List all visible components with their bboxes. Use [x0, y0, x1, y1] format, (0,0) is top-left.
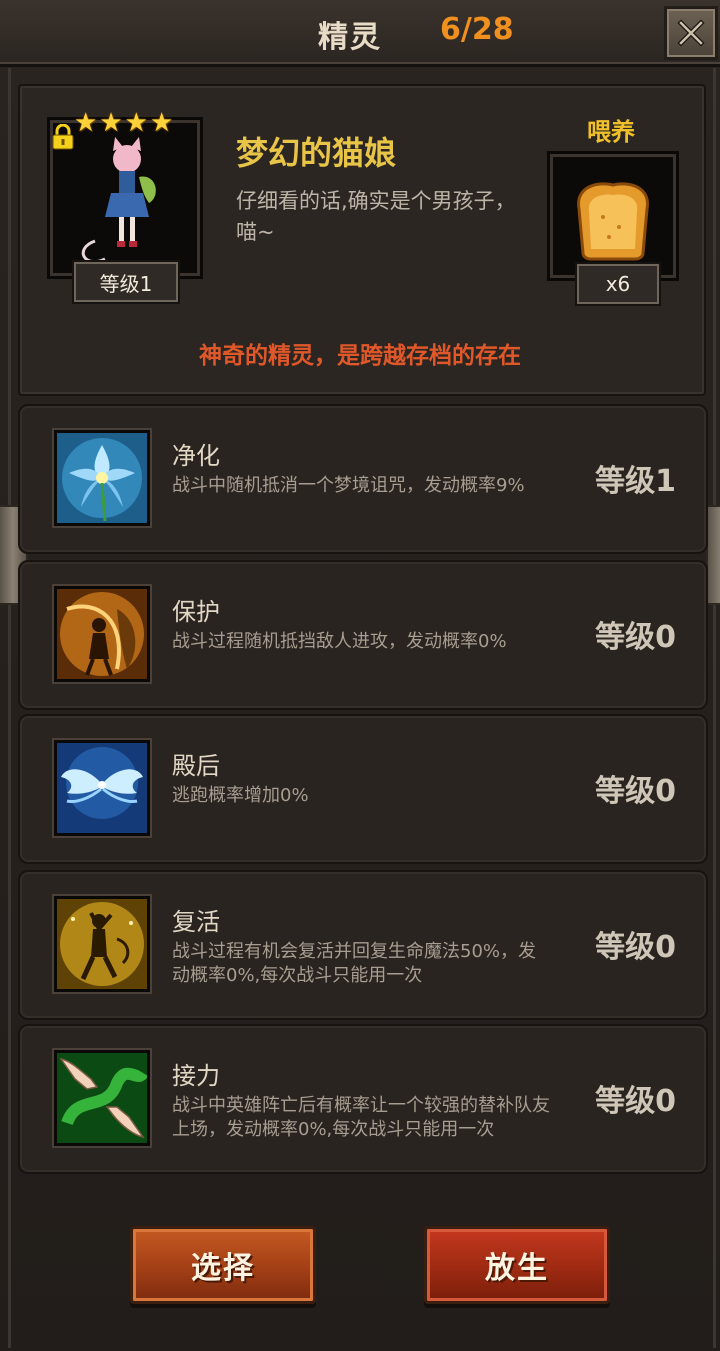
star-icon: ★	[99, 108, 123, 138]
right-edge-handle	[706, 505, 720, 605]
wings-icon	[54, 740, 150, 836]
lock-icon	[51, 123, 75, 154]
star-rating: ★ ★ ★ ★	[74, 110, 173, 136]
release-button[interactable]: 放生	[424, 1226, 610, 1304]
star-icon: ★	[149, 108, 174, 138]
skill-name: 复活	[172, 908, 220, 936]
fairy-shield-icon	[54, 586, 150, 682]
blue-flower-icon	[54, 430, 150, 526]
skill-name: 接力	[172, 1062, 220, 1090]
pet-description: 仔细看的话,确实是个男孩子，喵~	[236, 189, 516, 244]
relay-hands-icon	[54, 1050, 150, 1146]
feed-label: 喂养	[587, 118, 635, 146]
star-icon: ★	[74, 108, 98, 138]
skill-description: 战斗过程随机抵挡敌人进攻，发动概率0%	[172, 631, 507, 652]
page-title: 精灵	[318, 20, 382, 55]
skill-row[interactable]: 保护 战斗过程随机抵挡敌人进攻，发动概率0% 等级0	[18, 560, 708, 710]
skill-description: 战斗过程有机会复活并回复生命魔法50%，发动概率0%,每次战斗只能用一次	[172, 941, 537, 986]
skill-level: 等级0	[595, 1084, 676, 1119]
pet-tagline: 神奇的精灵，是跨越存档的存在	[199, 343, 521, 369]
select-button[interactable]: 选择	[130, 1226, 316, 1304]
skill-row[interactable]: 净化 战斗中随机抵消一个梦境诅咒，发动概率9% 等级1	[18, 404, 708, 554]
feed-item-count: x6	[577, 264, 659, 304]
star-icon: ★	[124, 108, 148, 138]
skill-name: 净化	[172, 442, 220, 470]
skill-name: 保护	[172, 598, 220, 626]
skill-level: 等级0	[595, 620, 676, 655]
skill-level: 等级0	[595, 774, 676, 809]
feed-button[interactable]	[550, 154, 676, 278]
close-button[interactable]	[664, 6, 718, 60]
skill-description: 逃跑概率增加0%	[172, 785, 309, 806]
header-bar: 精灵 6/28	[0, 0, 720, 67]
skill-row[interactable]: 殿后 逃跑概率增加0% 等级0	[18, 714, 708, 864]
skill-name: 殿后	[172, 752, 220, 780]
pet-count: 6/28	[440, 12, 514, 47]
skill-row[interactable]: 接力 战斗中英雄阵亡后有概率让一个较强的替补队友上场，发动概率0%,每次战斗只能…	[18, 1024, 708, 1174]
pet-level-badge: 等级1	[74, 262, 178, 302]
skill-description: 战斗中随机抵消一个梦境诅咒，发动概率9%	[172, 475, 525, 496]
bread-icon	[577, 182, 649, 261]
close-icon	[677, 19, 705, 47]
skill-description: 战斗中英雄阵亡后有概率让一个较强的替补队友上场，发动概率0%,每次战斗只能用一次	[172, 1095, 550, 1140]
skill-row[interactable]: 复活 战斗过程有机会复活并回复生命魔法50%，发动概率0%,每次战斗只能用一次 …	[18, 870, 708, 1020]
skill-level: 等级1	[595, 464, 676, 499]
pet-name: 梦幻的猫娘	[236, 134, 397, 172]
revive-figure-icon	[54, 896, 150, 992]
skill-level: 等级0	[595, 930, 676, 965]
